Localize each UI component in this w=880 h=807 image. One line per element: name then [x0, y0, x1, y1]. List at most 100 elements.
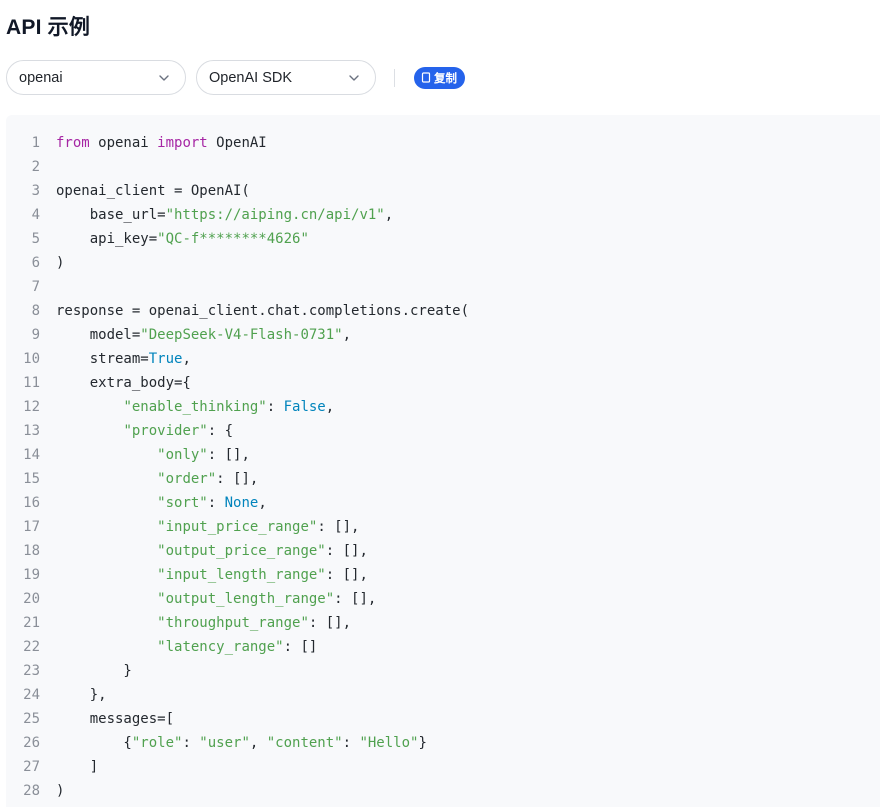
- code-token: "Hello": [359, 735, 419, 751]
- copy-button[interactable]: 复制: [414, 66, 465, 89]
- code-line: 14 "only": [],: [6, 443, 469, 467]
- code-line: 23 }: [6, 659, 469, 683]
- code-line: 8 response = openai_client.chat.completio…: [6, 299, 469, 323]
- code-line: 12 "enable_thinking": False,: [6, 395, 469, 419]
- code-token: ): [56, 255, 65, 271]
- code-text: {"role": "user", "content": "Hello"}: [56, 731, 427, 755]
- code-text: stream=True,: [56, 347, 191, 371]
- code-token: OpenAI: [207, 135, 267, 151]
- code-line: 13 "provider": {: [6, 419, 469, 443]
- code-line: 26 {"role": "user", "content": "Hello"}: [6, 731, 469, 755]
- code-token: : [],: [216, 471, 259, 487]
- code-text: ): [56, 779, 64, 803]
- code-token: "content": [266, 735, 343, 751]
- sdk-select-value: OpenAI SDK: [209, 69, 293, 86]
- code-line: 22 "latency_range": []: [6, 635, 469, 659]
- code-token: "latency_range": [157, 639, 284, 655]
- code-text: extra_body={: [56, 371, 191, 395]
- code-token: "only": [157, 447, 208, 463]
- code-token: ): [56, 783, 65, 799]
- code-line: 6): [6, 251, 469, 275]
- code-line: 25 messages=[: [6, 707, 469, 731]
- code-token: : [],: [325, 543, 368, 559]
- client-select-value: openai: [19, 69, 63, 86]
- code-token: True: [148, 351, 183, 367]
- line-number: 12: [23, 399, 40, 415]
- code-token: stream=: [56, 351, 149, 367]
- client-select[interactable]: openai: [6, 60, 186, 95]
- code-token: "user": [199, 735, 250, 751]
- code-token: ]: [56, 759, 99, 775]
- code-text: "sort": None,: [56, 491, 267, 515]
- line-number: 3: [31, 183, 40, 199]
- line-number: 24: [23, 687, 40, 703]
- sdk-select[interactable]: OpenAI SDK: [196, 60, 376, 95]
- code-token: "input_price_range": [157, 519, 318, 535]
- code-line: 5 api_key="QC-f********4626": [6, 227, 469, 251]
- code-line: 17 "input_price_range": [],: [6, 515, 469, 539]
- line-number: 2: [31, 159, 40, 175]
- code-text: from openai import OpenAI: [56, 131, 267, 155]
- code-token: : [],: [308, 615, 352, 631]
- code-token: :: [266, 399, 284, 415]
- code-token: ,: [249, 735, 267, 751]
- line-number: 14: [23, 447, 40, 463]
- line-number: 27: [23, 759, 40, 775]
- code-line: 21 "throughput_range": [],: [6, 611, 469, 635]
- code-token: None: [224, 495, 259, 511]
- line-number: 5: [31, 231, 40, 247]
- code-token: : [],: [317, 519, 360, 535]
- code-token: ,: [182, 351, 191, 367]
- code-token: :: [342, 735, 360, 751]
- line-number: 28: [23, 783, 40, 799]
- code-token: ,: [325, 399, 335, 415]
- code-token: {: [56, 735, 132, 751]
- code-text: messages=[: [56, 707, 174, 731]
- code-token: "output_length_range": [157, 591, 335, 607]
- copy-icon: [421, 72, 431, 83]
- code-token: "output_price_range": [157, 543, 326, 559]
- code-token: base_url=: [56, 207, 166, 223]
- code-token: "order": [157, 471, 217, 487]
- code-text: "provider": {: [56, 419, 233, 443]
- line-number: 26: [23, 735, 40, 751]
- code-line: 16 "sort": None,: [6, 491, 469, 515]
- line-number: 6: [31, 255, 40, 271]
- code-token: },: [56, 687, 107, 703]
- api-example-panel: API 示例 openai OpenAI SDK 复制 1 from openai…: [0, 0, 880, 807]
- line-number: 10: [23, 351, 40, 367]
- code-token: "throughput_range": [157, 615, 309, 631]
- code-line: 27 ]: [6, 755, 469, 779]
- code-line: 9 model="DeepSeek-V4-Flash-0731",: [6, 323, 469, 347]
- chevron-down-icon: [157, 71, 171, 85]
- code-text: model="DeepSeek-V4-Flash-0731",: [56, 323, 351, 347]
- line-number: 8: [31, 303, 40, 319]
- toolbar-divider: [394, 68, 395, 87]
- code-token: : []: [283, 639, 318, 655]
- code-line: 20 "output_length_range": [],: [6, 587, 469, 611]
- code-token: :: [182, 735, 200, 751]
- code-text: response = openai_client.chat.completion…: [56, 299, 469, 323]
- line-number: 7: [31, 279, 40, 295]
- line-number: 11: [23, 375, 40, 391]
- line-number: 1: [31, 135, 40, 151]
- code-text: api_key="QC-f********4626": [56, 227, 309, 251]
- code-token: openai_client = OpenAI(: [56, 183, 250, 199]
- line-number: 21: [23, 615, 40, 631]
- code-token: "input_length_range": [157, 567, 326, 583]
- code-line: 24 },: [6, 683, 469, 707]
- line-number: 13: [23, 423, 40, 439]
- code-lines: 1 from openai import OpenAI 2 3 openai_clien…: [6, 131, 469, 803]
- code-token: ,: [384, 207, 394, 223]
- code-text: "input_length_range": [],: [56, 563, 368, 587]
- code-token: }: [56, 663, 132, 679]
- code-token: }: [418, 735, 427, 751]
- code-token: : {: [207, 423, 234, 439]
- code-line: 28): [6, 779, 469, 803]
- line-number: 16: [23, 495, 40, 511]
